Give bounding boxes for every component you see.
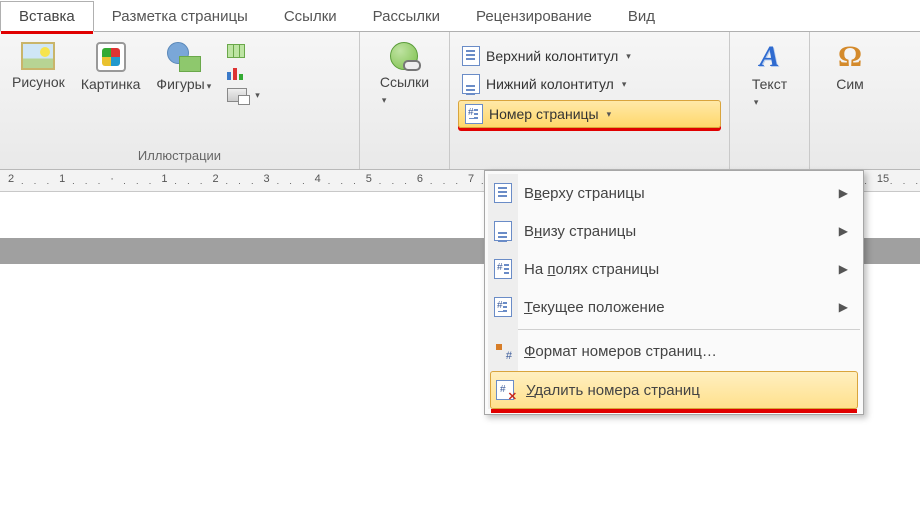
menu-label: Формат номеров страниц… (524, 343, 848, 360)
wordart-icon: A (759, 42, 779, 72)
screenshot-icon (227, 88, 247, 102)
menu-remove-page-numbers[interactable]: Удалить номера страниц (490, 371, 858, 409)
ruler-mark: 2 (8, 173, 14, 185)
group-illustrations: Рисунок Картинка Фигуры▾ ▾ Иллюстрации (0, 32, 360, 169)
symbol-button[interactable]: Ω Сим (820, 38, 880, 96)
chart-icon (227, 66, 245, 80)
button-label: Верхний колонтитул (486, 48, 618, 64)
shapes-icon (167, 42, 201, 72)
button-label: Картинка (81, 76, 141, 92)
page-margin-icon (494, 259, 512, 279)
group-label: Иллюстрации (6, 146, 353, 167)
group-symbols: Ω Сим (810, 32, 890, 169)
group-label (736, 146, 803, 167)
tab-page-layout[interactable]: Разметка страницы (94, 2, 266, 31)
group-label (816, 146, 884, 167)
ruler-mark: 4 (315, 173, 321, 185)
clipart-icon (96, 42, 126, 72)
menu-label: Внизу страницы (524, 223, 827, 240)
menu-label: Текущее положение (524, 299, 827, 316)
menu-top-of-page[interactable]: Вверху страницы ▶ (488, 174, 860, 212)
ruler-mark: 2 (212, 173, 218, 185)
menu-page-margins[interactable]: На полях страницы ▶ (488, 250, 860, 288)
ruler-mark: 3 (264, 173, 270, 185)
group-header-footer: Верхний колонтитул▾ Нижний колонтитул▾ Н… (450, 32, 730, 169)
ruler-mark: 7 (468, 173, 474, 185)
menu-label: На полях страницы (524, 261, 827, 278)
menu-separator (518, 329, 860, 330)
tab-insert[interactable]: Вставка (0, 1, 94, 32)
group-text: A Текст▾ (730, 32, 810, 169)
picture-icon (21, 42, 55, 70)
ruler-mark: · (110, 173, 114, 185)
links-button[interactable]: Ссылки▾ (374, 38, 435, 110)
ribbon-tabs: Вставка Разметка страницы Ссылки Рассылк… (0, 0, 920, 32)
tab-label: Ссылки (284, 8, 337, 25)
omega-icon: Ω (838, 42, 862, 72)
group-links: Ссылки▾ (360, 32, 450, 169)
ruler-mark: 6 (417, 173, 423, 185)
button-label: Текст▾ (752, 76, 787, 108)
chart-button[interactable] (223, 64, 264, 82)
button-label: Нижний колонтитул (486, 76, 614, 92)
button-label: Рисунок (12, 74, 65, 90)
submenu-arrow-icon: ▶ (839, 224, 848, 238)
smartart-icon (227, 44, 245, 58)
hyperlink-icon (390, 42, 418, 70)
wordart-button[interactable]: A Текст▾ (740, 38, 800, 112)
menu-bottom-of-page[interactable]: Внизу страницы ▶ (488, 212, 860, 250)
format-icon (494, 342, 512, 360)
tab-label: Вид (628, 8, 655, 25)
button-label: Ссылки▾ (380, 74, 429, 106)
screenshot-button[interactable]: ▾ (223, 86, 264, 104)
ruler-mark: 1 (59, 173, 65, 185)
button-label: Номер страницы (489, 106, 599, 122)
footer-icon (462, 74, 480, 94)
tab-label: Разметка страницы (112, 8, 248, 25)
shapes-button[interactable]: Фигуры▾ (150, 38, 217, 96)
header-icon (462, 46, 480, 66)
remove-page-number-icon (496, 380, 514, 400)
submenu-arrow-icon: ▶ (839, 186, 848, 200)
tab-label: Вставка (19, 8, 75, 25)
menu-current-position[interactable]: Текущее положение ▶ (488, 288, 860, 326)
ruler-mark: 15 (877, 173, 889, 185)
picture-button[interactable]: Рисунок (6, 38, 71, 94)
submenu-arrow-icon: ▶ (839, 300, 848, 314)
ribbon: Рисунок Картинка Фигуры▾ ▾ Иллюстрации С… (0, 32, 920, 170)
tab-view[interactable]: Вид (610, 2, 673, 31)
tab-label: Рассылки (373, 8, 440, 25)
ruler-mark: 5 (366, 173, 372, 185)
page-current-icon (494, 297, 512, 317)
page-top-icon (494, 183, 512, 203)
menu-format-page-numbers[interactable]: Формат номеров страниц… (488, 333, 860, 369)
page-number-icon (465, 104, 483, 124)
clipart-button[interactable]: Картинка (75, 38, 147, 96)
button-label: Фигуры▾ (156, 76, 211, 92)
submenu-arrow-icon: ▶ (839, 262, 848, 276)
tab-label: Рецензирование (476, 8, 592, 25)
ruler-mark: 1 (161, 173, 167, 185)
button-label: Сим (836, 76, 864, 92)
menu-label: Удалить номера страниц (526, 382, 846, 399)
page-bottom-icon (494, 221, 512, 241)
header-button[interactable]: Верхний колонтитул▾ (458, 44, 721, 68)
illustrations-stack: ▾ (221, 38, 266, 108)
tab-review[interactable]: Рецензирование (458, 2, 610, 31)
group-label (456, 146, 723, 167)
footer-button[interactable]: Нижний колонтитул▾ (458, 72, 721, 96)
page-number-menu: Вверху страницы ▶ Внизу страницы ▶ На по… (484, 170, 864, 415)
group-label (366, 146, 443, 167)
smartart-button[interactable] (223, 42, 264, 60)
tab-mailings[interactable]: Рассылки (355, 2, 458, 31)
tab-references[interactable]: Ссылки (266, 2, 355, 31)
menu-label: Вверху страницы (524, 185, 827, 202)
page-number-button[interactable]: Номер страницы▾ (458, 100, 721, 128)
